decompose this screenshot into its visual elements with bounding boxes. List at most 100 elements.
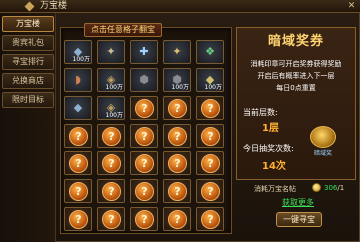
grid-cell[interactable]: ◈ 100万 (97, 95, 125, 120)
grid-cell[interactable]: ? (196, 179, 224, 204)
sidebar-item-wanbaolou[interactable]: 万宝楼 (2, 16, 54, 32)
grid-cell[interactable]: ? (97, 151, 125, 176)
current-layer-label: 当前层数: (243, 108, 278, 117)
grid-cell[interactable]: ? (163, 207, 191, 232)
reward-quantity: 100万 (72, 56, 90, 63)
grid-cell[interactable]: ? (196, 207, 224, 232)
draws-label: 今日抽奖次数: (243, 144, 294, 153)
grid-cell[interactable]: ? (163, 151, 191, 176)
reward-quantity: 100万 (171, 83, 189, 91)
grid-cell[interactable]: ⬢ 100万 (163, 67, 191, 92)
grid-cell[interactable]: ? (163, 95, 191, 120)
grid-cell[interactable]: ? (64, 123, 92, 148)
mystery-orb-icon: ? (168, 126, 187, 146)
title-bar: 万宝楼 ✕ (0, 0, 360, 13)
grid-cell[interactable]: ? (97, 207, 125, 232)
grid-cell[interactable]: ◆ 100万 (196, 67, 224, 92)
sidebar-item-vip-pack[interactable]: 贵宾礼包 (2, 35, 54, 51)
reward-quantity: 100万 (105, 111, 123, 119)
info-desc-line: 每日0点重置 (276, 84, 316, 92)
grid-cell[interactable]: ? (97, 179, 125, 204)
grid-cell[interactable]: ? (130, 95, 158, 120)
mystery-orb-icon: ? (69, 182, 88, 202)
reward-item-icon: ✦ (106, 45, 116, 58)
grid-cell[interactable]: ◈ 100万 (97, 67, 125, 92)
info-description: 消耗印章可开启奖券获得奖励 开启后有概率进入下一层 每日0点重置 (240, 58, 352, 94)
grid-cell[interactable]: ? (163, 123, 191, 148)
info-desc-line: 消耗印章可开启奖券获得奖励 (250, 60, 342, 68)
reward-item-icon: ✚ (139, 45, 149, 58)
draws-value: 14次 (262, 161, 286, 172)
grid-cell[interactable]: ? (97, 123, 125, 148)
cost-label: 消耗万宝名帖 (254, 185, 296, 193)
sidebar-item-ranking[interactable]: 寻宝排行 (2, 54, 54, 70)
mystery-orb-icon: ? (201, 154, 220, 174)
info-desc-line: 开启后有概率进入下一层 (257, 72, 335, 80)
mystery-orb-icon: ? (201, 98, 220, 118)
reward-item-icon: ⬢ (139, 72, 149, 86)
grid-cell[interactable]: ? (64, 151, 92, 176)
window-title: 万宝楼 (40, 1, 68, 11)
mystery-orb-icon: ? (168, 210, 187, 230)
mystery-orb-icon: ? (102, 126, 121, 146)
mystery-orb-icon: ? (135, 210, 154, 230)
reward-quantity: 100万 (105, 83, 123, 91)
grid-cell[interactable]: ? (130, 179, 158, 204)
sidebar-item-exchange-shop[interactable]: 兑换商店 (2, 73, 54, 89)
cost-value: 306/1 (324, 184, 344, 192)
grid-cell[interactable]: ? (64, 207, 92, 232)
reward-item-icon: ◗ (75, 72, 81, 86)
mystery-orb-icon: ? (69, 154, 88, 174)
grid-cell[interactable]: ⬢ (130, 67, 158, 92)
grid-cell[interactable]: ? (130, 207, 158, 232)
diamond-icon (24, 1, 35, 12)
grid-cell[interactable]: ? (196, 123, 224, 148)
grid-cell[interactable]: ? (130, 123, 158, 148)
current-layer-value: 1层 (262, 123, 279, 134)
reward-item-icon: ❖ (205, 45, 215, 58)
chest-icon[interactable] (310, 126, 336, 148)
sidebar-item-timed-goals[interactable]: 限时目标 (2, 92, 54, 108)
mystery-orb-icon: ? (201, 182, 220, 202)
grid-cell[interactable]: ? (130, 151, 158, 176)
grid-cell[interactable]: ✚ (130, 40, 158, 64)
cost-need: /1 (337, 184, 345, 192)
mystery-orb-icon: ? (168, 154, 187, 174)
grid-cell[interactable]: ? (196, 95, 224, 120)
grid-cell[interactable]: ◆ 100万 (64, 40, 92, 64)
grid-cell[interactable]: ◗ (64, 67, 92, 92)
grid-cell[interactable]: ❖ (196, 40, 224, 64)
grid-cell[interactable]: ? (163, 179, 191, 204)
treasure-grid: ◆ 100万 ✦ ✚ ✦ ❖ ◗ ◈ 100万 ⬢ ⬢ 100万 ◆ 100万 ◆ ◈ 100万????????… (64, 40, 232, 232)
reward-item-icon: ◆ (73, 100, 83, 114)
cost-have: 306 (324, 184, 338, 192)
coin-icon (312, 183, 321, 192)
grid-cell[interactable]: ✦ (163, 40, 191, 64)
one-click-search-button[interactable]: 一键寻宝 (276, 212, 322, 227)
mystery-orb-icon: ? (201, 126, 220, 146)
grid-header: 点击任意格子翻宝 (84, 23, 162, 37)
mystery-orb-icon: ? (168, 98, 187, 118)
info-title: 暗域奖券 (267, 34, 324, 49)
sidebar: 万宝楼 贵宾礼包 寻宝排行 兑换商店 限时目标 (0, 13, 56, 242)
reward-item-icon: ✦ (172, 45, 182, 58)
mystery-orb-icon: ? (102, 154, 121, 174)
chest-caption: 暗域奖 (314, 150, 333, 157)
info-panel (236, 27, 356, 180)
mystery-orb-icon: ? (69, 210, 88, 230)
mystery-orb-icon: ? (102, 182, 121, 202)
grid-cell[interactable]: ◆ (64, 95, 92, 120)
mystery-orb-icon: ? (69, 126, 88, 146)
grid-cell[interactable]: ? (64, 179, 92, 204)
mystery-orb-icon: ? (135, 182, 154, 202)
grid-cell[interactable]: ✦ (97, 40, 125, 64)
reward-quantity: 100万 (204, 83, 222, 91)
mystery-orb-icon: ? (168, 182, 187, 202)
get-more-link[interactable]: 获取更多 (282, 197, 314, 208)
mystery-orb-icon: ? (135, 98, 154, 118)
mystery-orb-icon: ? (201, 210, 220, 230)
mystery-orb-icon: ? (135, 126, 154, 146)
close-button[interactable]: ✕ (346, 1, 357, 12)
grid-cell[interactable]: ? (196, 151, 224, 176)
mystery-orb-icon: ? (135, 154, 154, 174)
